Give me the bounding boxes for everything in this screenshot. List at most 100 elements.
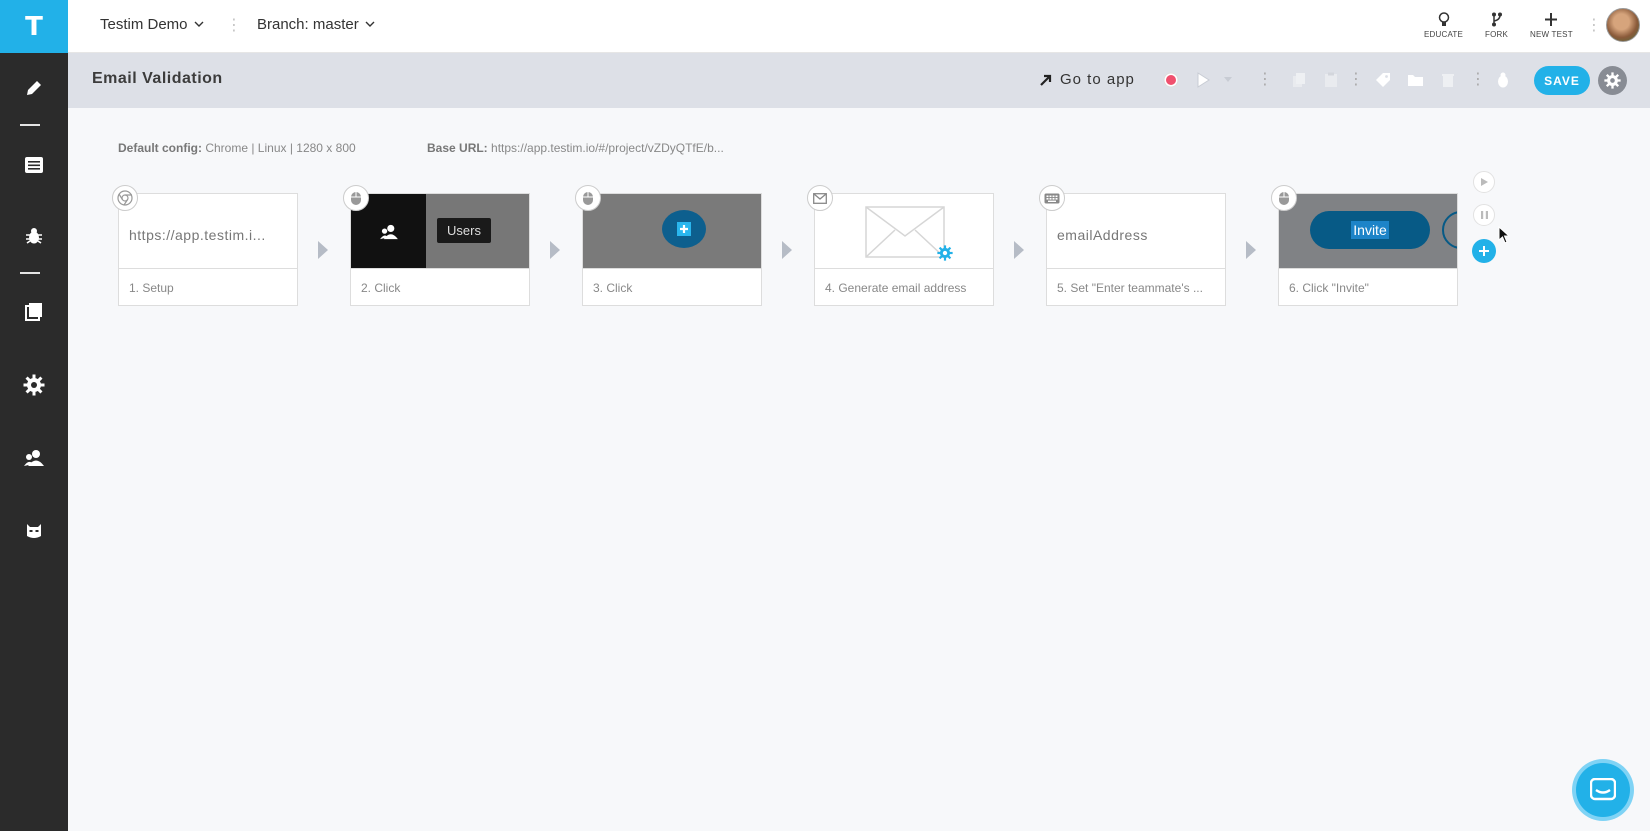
list-icon[interactable] (0, 145, 68, 185)
sidebar-divider (20, 124, 40, 126)
record-button[interactable] (1161, 70, 1181, 90)
step-label: 1. Setup (129, 281, 174, 295)
invite-preview-label: Invite (1351, 221, 1389, 239)
step-card-2[interactable]: Users 2. Click (350, 193, 530, 306)
default-config[interactable]: Default config: Chrome | Linux | 1280 x … (118, 141, 356, 155)
delete-icon[interactable] (1438, 70, 1458, 90)
step-label: 3. Click (593, 281, 633, 295)
educate-label: EDUCATE (1424, 30, 1464, 39)
branch-dropdown[interactable]: Branch: master (257, 16, 375, 33)
plus-icon (1479, 246, 1489, 256)
chat-icon (1576, 763, 1630, 817)
step-connector-arrow (782, 241, 792, 259)
step-card-3[interactable]: 3. Click (582, 193, 762, 306)
step-connector-arrow (318, 241, 328, 259)
step-card-6[interactable]: Invite 6. Click "Invite" (1278, 193, 1458, 306)
play-icon (1480, 178, 1488, 186)
new-test-button[interactable]: NEW TEST (1530, 12, 1573, 39)
step-card-1[interactable]: https://app.testim.i... 1. Setup (118, 193, 298, 306)
keyboard-icon (1039, 185, 1065, 211)
top-bar: Testim Demo ⋮ Branch: master EDUCATE FOR… (68, 0, 1650, 53)
chat-launcher-button[interactable] (1572, 759, 1634, 821)
paste-icon[interactable] (1321, 70, 1341, 90)
step-thumb-text: https://app.testim.i... (129, 227, 266, 243)
step-connector-arrow (1014, 241, 1024, 259)
go-to-app-button[interactable]: Go to app (1040, 71, 1135, 88)
base-url-value: https://app.testim.io/#/project/vZDyQTfE… (491, 141, 724, 155)
fork-icon (1491, 12, 1502, 27)
envelope-icon (807, 185, 833, 211)
separator-dots: ⋮ (1586, 17, 1602, 34)
plus-icon (1545, 13, 1558, 26)
add-circle-button-preview (662, 210, 706, 248)
chevron-down-icon (365, 21, 375, 27)
pause-button[interactable] (1473, 204, 1495, 226)
sidebar-divider (20, 272, 40, 274)
step-thumbnail (583, 194, 761, 269)
pencil-icon[interactable] (0, 68, 68, 108)
chevron-down-icon (194, 21, 204, 27)
step-thumbnail: Users (351, 194, 529, 269)
left-sidebar: T (0, 0, 68, 831)
go-to-app-label: Go to app (1060, 71, 1135, 88)
step-thumb-text: emailAddress (1057, 227, 1148, 243)
educate-button[interactable]: EDUCATE (1424, 12, 1463, 39)
invite-button-preview: Invite (1310, 211, 1430, 249)
step-thumbnail (815, 194, 993, 269)
circle-button-preview (1442, 211, 1457, 249)
mouse-icon (343, 185, 369, 211)
step-card-5[interactable]: emailAddress 5. Set "Enter teammate's ..… (1046, 193, 1226, 306)
project-name: Testim Demo (100, 16, 188, 33)
lightbulb-icon (1438, 12, 1449, 26)
pause-icon (1480, 211, 1488, 219)
plus-icon (677, 222, 691, 236)
play-button[interactable] (1193, 70, 1213, 90)
users-icon[interactable] (0, 438, 68, 478)
step-label: 2. Click (361, 281, 401, 295)
mask-icon[interactable] (0, 511, 68, 551)
step-card-4[interactable]: 4. Generate email address (814, 193, 994, 306)
copy-icon[interactable] (1289, 70, 1309, 90)
step-connector-arrow (550, 241, 560, 259)
test-settings-button[interactable] (1598, 66, 1627, 95)
test-header: Email Validation Go to app ⋮ ⋮ ⋮ SAVE (68, 53, 1650, 108)
suites-icon[interactable] (0, 292, 68, 332)
envelope-icon (865, 206, 945, 258)
play-options-chevron-icon[interactable] (1218, 70, 1238, 90)
step-label: 6. Click "Invite" (1289, 281, 1369, 295)
arrow-up-right-icon (1040, 74, 1052, 86)
separator-dots: ⋮ (226, 17, 242, 34)
add-folder-icon[interactable] (1405, 70, 1425, 90)
base-url-label: Base URL: (427, 141, 488, 155)
add-step-button[interactable] (1472, 239, 1496, 263)
play-icon (1197, 72, 1210, 88)
gear-icon (1604, 72, 1621, 89)
project-dropdown[interactable]: Testim Demo (100, 16, 204, 33)
tag-icon[interactable] (1373, 70, 1393, 90)
step-connector-arrow (1246, 241, 1256, 259)
separator-dots: ⋮ (1257, 71, 1273, 88)
gear-icon (937, 245, 953, 261)
fork-button[interactable]: FORK (1485, 12, 1508, 39)
step-thumbnail: Invite (1279, 194, 1457, 269)
mouse-icon (575, 185, 601, 211)
step-label: 4. Generate email address (825, 281, 967, 295)
test-title[interactable]: Email Validation (92, 70, 223, 88)
run-step-button[interactable] (1473, 171, 1495, 193)
save-button[interactable]: SAVE (1534, 66, 1590, 95)
base-url[interactable]: Base URL: https://app.testim.io/#/projec… (427, 141, 724, 155)
separator-dots: ⋮ (1470, 71, 1486, 88)
bug-icon[interactable] (0, 216, 68, 256)
settings-gear-icon[interactable] (0, 365, 68, 405)
debug-bug-icon[interactable] (1493, 70, 1513, 90)
default-config-label: Default config: (118, 141, 202, 155)
separator-dots: ⋮ (1348, 71, 1364, 88)
fork-label: FORK (1485, 30, 1509, 39)
default-config-value: Chrome | Linux | 1280 x 800 (205, 141, 356, 155)
step-label: 5. Set "Enter teammate's ... (1057, 281, 1203, 295)
testim-logo[interactable]: T (0, 0, 68, 53)
mouse-icon (1271, 185, 1297, 211)
user-avatar[interactable] (1606, 8, 1640, 42)
new-test-label: NEW TEST (1530, 30, 1573, 39)
step-tooltip: Users (437, 218, 491, 243)
